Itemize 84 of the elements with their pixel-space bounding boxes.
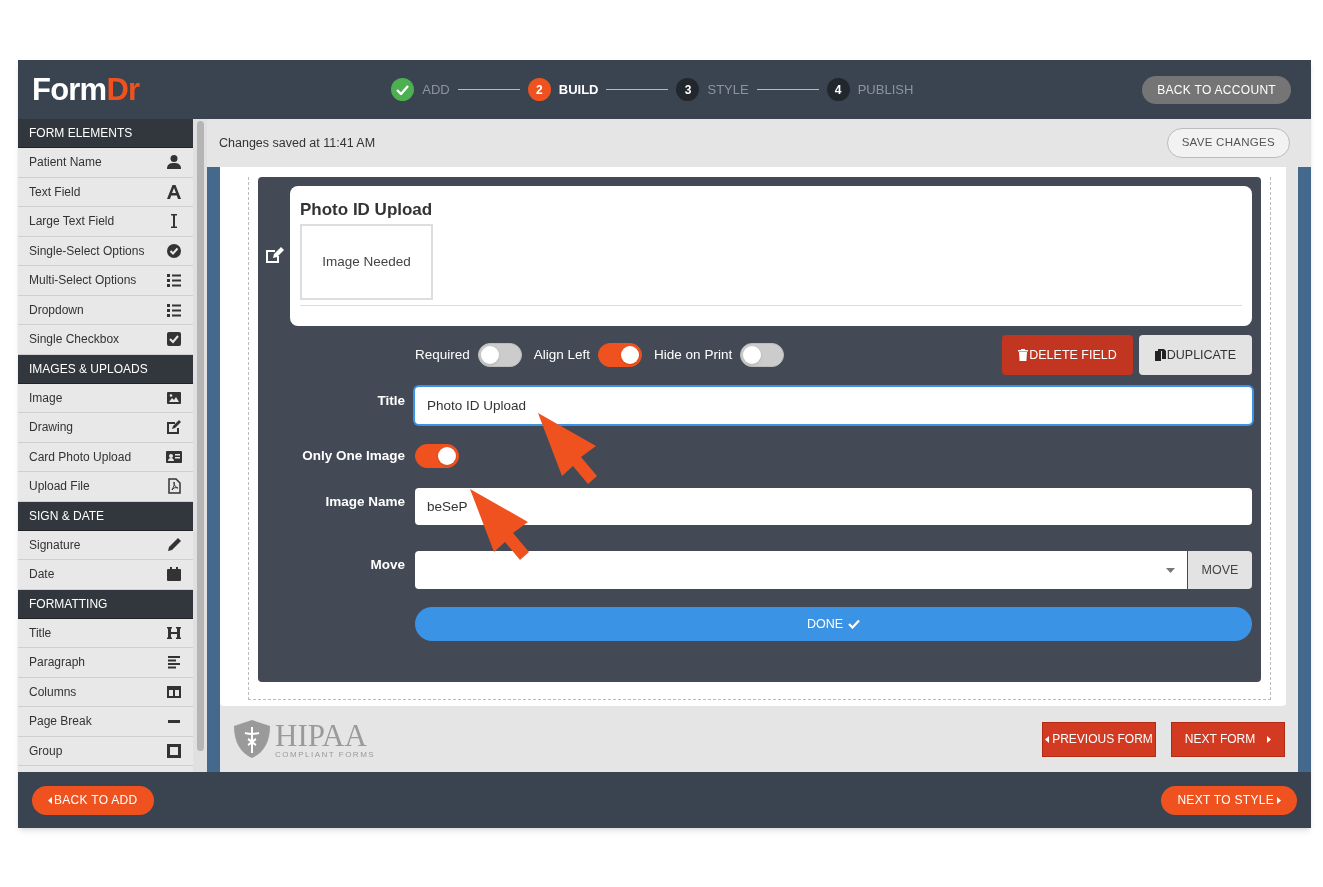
- pointer-arrow: [538, 413, 598, 485]
- step-label[interactable]: BUILD: [558, 79, 599, 100]
- save-status-text: Changes saved at 11:41 AM: [219, 134, 376, 152]
- image-upload-field[interactable]: Image Needed: [300, 224, 433, 300]
- caret-icon: [1166, 567, 1175, 573]
- toggle-label: Required: [415, 345, 470, 364]
- calendar-icon: [166, 566, 182, 583]
- sidebar-item[interactable]: Single-Select Options: [29, 241, 166, 260]
- field-title: Photo ID Upload: [300, 200, 434, 220]
- sidebar-item[interactable]: Text Field: [29, 182, 166, 201]
- pencil-icon: [166, 536, 182, 553]
- back-to-add-button[interactable]: BACK TO ADD: [32, 785, 154, 815]
- field-label: Image Name: [324, 493, 405, 511]
- scrollbar[interactable]: [193, 119, 207, 772]
- list-icon: [166, 301, 182, 318]
- check-icon: [848, 619, 861, 629]
- toggle-switch[interactable]: [477, 343, 522, 367]
- next-to-style-button[interactable]: NEXT TO STYLE: [1161, 785, 1297, 815]
- field-label: Only One Image: [301, 446, 405, 465]
- sidebar-item[interactable]: Signature: [29, 535, 166, 554]
- sidebar-item[interactable]: Drawing: [29, 418, 166, 437]
- save-changes-button[interactable]: SAVE CHANGES: [1166, 128, 1290, 158]
- caret-right-icon: [1267, 735, 1272, 743]
- sidebar-item[interactable]: Single Checkbox: [29, 330, 166, 349]
- person-icon: [166, 154, 182, 171]
- sidebar-item[interactable]: Large Text Field: [29, 212, 166, 231]
- minus-icon: [168, 719, 180, 723]
- hipaa-tagline: COMPLIANT FORMS: [275, 750, 376, 759]
- letter-icon: [166, 183, 182, 200]
- paragraph-icon: [166, 654, 182, 671]
- sidebar-item[interactable]: Image: [29, 388, 166, 407]
- field-label: Title: [376, 392, 405, 410]
- sidebar-section-header: SIGN & DATE: [18, 501, 193, 531]
- caret-left-icon: [1045, 735, 1050, 743]
- sidebar-item[interactable]: Patient Name: [29, 153, 166, 172]
- sidebar-item[interactable]: Multi-Select Options: [29, 271, 166, 290]
- toggle-switch[interactable]: [740, 343, 785, 367]
- image-icon: [166, 389, 182, 406]
- back-to-account-button[interactable]: BACK TO ACCOUNT: [1142, 75, 1291, 104]
- sidebar-item[interactable]: Date: [29, 565, 166, 584]
- id-card-icon: [166, 448, 182, 465]
- sidebar-item[interactable]: Group: [29, 741, 166, 760]
- copy-icon: [1154, 349, 1166, 361]
- step-number: 4: [826, 78, 850, 101]
- trash-icon: [1018, 349, 1029, 361]
- toggle-label: Hide on Print: [654, 345, 733, 364]
- sidebar-item[interactable]: Upload File: [29, 477, 166, 496]
- step-number: 2: [527, 78, 551, 101]
- sidebar-item[interactable]: Page Break: [29, 712, 166, 731]
- sidebar-section-header: FORMATTING: [18, 589, 193, 619]
- formdr-logo: FormDr: [32, 74, 140, 105]
- delete-field-button[interactable]: DELETE FIELD: [1002, 335, 1133, 375]
- image-name-input[interactable]: beSeP: [415, 488, 1252, 525]
- previous-form-button[interactable]: PREVIOUS FORM: [1042, 721, 1156, 757]
- toggle-label: Align Left: [533, 345, 591, 364]
- checkbox-icon: [166, 331, 182, 348]
- check-circle-icon: [166, 242, 182, 259]
- caret-left-icon: [48, 796, 52, 804]
- sidebar-item[interactable]: Paragraph: [29, 653, 166, 672]
- sidebar-section-header: IMAGES & UPLOADS: [18, 354, 193, 384]
- sidebar-item[interactable]: Title: [29, 623, 166, 642]
- sidebar-item[interactable]: Dropdown: [29, 300, 166, 319]
- heading-icon: [166, 624, 182, 641]
- pdf-file-icon: [166, 478, 182, 495]
- group-icon: [166, 742, 182, 759]
- hipaa-wordmark: HIPAA: [275, 719, 367, 751]
- caret-right-icon: [1277, 796, 1281, 804]
- shield-icon: [233, 719, 271, 759]
- next-form-button[interactable]: NEXT FORM: [1171, 721, 1285, 757]
- pointer-arrow: [470, 489, 530, 561]
- step-number: 3: [676, 78, 700, 101]
- duplicate-button[interactable]: DUPLICATE: [1138, 335, 1252, 375]
- sidebar-item[interactable]: Card Photo Upload: [29, 447, 166, 466]
- edit-icon[interactable]: [264, 247, 284, 265]
- sidebar-item[interactable]: Columns: [29, 682, 166, 701]
- move-button[interactable]: MOVE: [1188, 551, 1252, 589]
- field-label: Move: [369, 556, 405, 574]
- columns-icon: [166, 683, 182, 700]
- edit-icon: [166, 419, 182, 436]
- sidebar-section-header: FORM ELEMENTS: [18, 119, 193, 148]
- title-input[interactable]: Photo ID Upload: [415, 387, 1252, 424]
- list-icon: [166, 272, 182, 289]
- toggle-switch[interactable]: [598, 343, 643, 367]
- toggle-switch[interactable]: [415, 444, 459, 468]
